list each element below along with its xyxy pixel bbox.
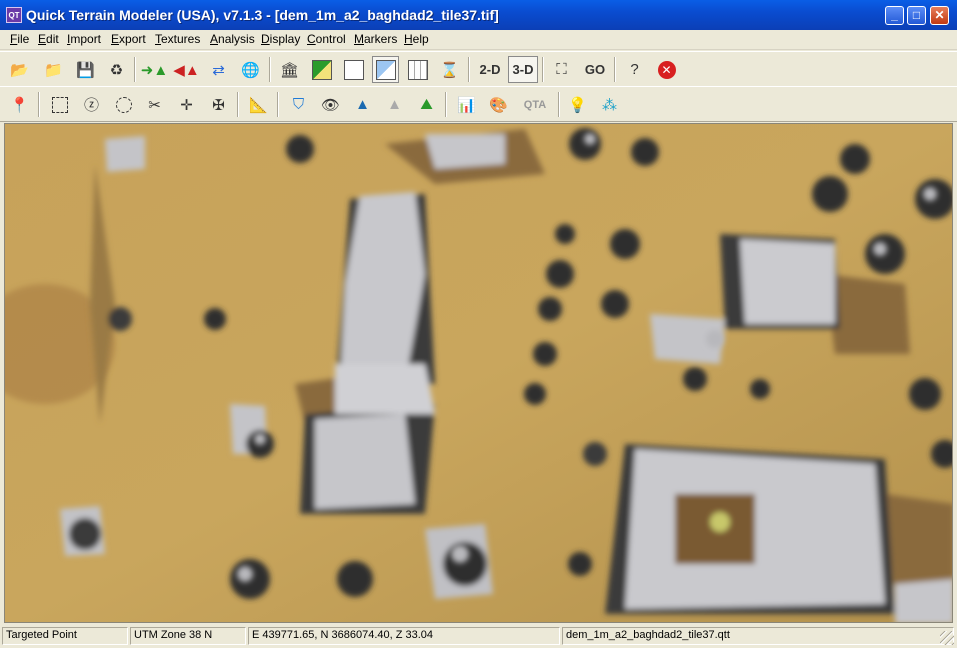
- stop-icon[interactable]: ✕: [653, 56, 680, 83]
- menu-textures[interactable]: Textures: [155, 32, 200, 46]
- transfer-icon[interactable]: ⇄: [205, 56, 232, 83]
- menu-export[interactable]: Export: [111, 32, 146, 46]
- open-new-icon[interactable]: 📁: [40, 56, 67, 83]
- status-zone: UTM Zone 38 N: [130, 627, 246, 645]
- terrain-viewport[interactable]: [4, 123, 953, 623]
- status-file: dem_1m_a2_baghdad2_tile37.qtt: [562, 627, 954, 645]
- marker-pin-icon[interactable]: 📍: [6, 91, 33, 118]
- volume-icon[interactable]: ⛉: [285, 91, 312, 118]
- slope-green-icon[interactable]: [308, 56, 335, 83]
- import-terrain-icon[interactable]: ➜▲: [141, 56, 168, 83]
- measure-icon[interactable]: 📐: [245, 91, 272, 118]
- menu-markers[interactable]: Markers: [354, 32, 397, 46]
- windmill-icon[interactable]: ✠: [205, 91, 232, 118]
- window-title: Quick Terrain Modeler (USA), v7.1.3 - [d…: [26, 7, 499, 23]
- menu-import[interactable]: Import: [67, 32, 101, 46]
- menu-edit[interactable]: Edit: [38, 32, 59, 46]
- go-button[interactable]: GO: [580, 56, 610, 83]
- maximize-button[interactable]: □: [907, 6, 926, 25]
- cut-icon[interactable]: ✂: [141, 91, 168, 118]
- crosshair-icon[interactable]: ✛: [173, 91, 200, 118]
- status-bar: Targeted Point UTM Zone 38 N E 439771.65…: [0, 625, 957, 648]
- close-button[interactable]: ✕: [930, 6, 949, 25]
- export-terrain-icon[interactable]: ◀▲: [173, 56, 200, 83]
- building-icon[interactable]: 🏛: [276, 56, 303, 83]
- terrain-icon[interactable]: ▲: [349, 91, 376, 118]
- grid-icon[interactable]: [404, 56, 431, 83]
- lightbulb-icon[interactable]: 💡: [564, 91, 591, 118]
- title-bar: QT Quick Terrain Modeler (USA), v7.1.3 -…: [0, 0, 957, 30]
- points-icon[interactable]: ⁂: [596, 91, 623, 118]
- resize-grip[interactable]: [940, 631, 954, 645]
- terrain-disabled-icon[interactable]: ▲: [381, 91, 408, 118]
- menu-display[interactable]: Display: [261, 32, 300, 46]
- color-ramp-icon[interactable]: 🎨: [485, 91, 512, 118]
- zoom-select-icon[interactable]: ⓩ: [78, 91, 105, 118]
- menu-control[interactable]: Control: [307, 32, 346, 46]
- fit-view-icon[interactable]: ⛶: [548, 56, 575, 83]
- menu-bar: File Edit Import Export Textures Analysi…: [0, 30, 957, 50]
- minimize-button[interactable]: _: [885, 6, 904, 25]
- menu-file[interactable]: File: [10, 32, 29, 46]
- app-icon[interactable]: QT: [6, 7, 22, 23]
- histogram-icon[interactable]: 📊: [453, 91, 480, 118]
- menu-analysis[interactable]: Analysis: [210, 32, 255, 46]
- status-coordinates: E 439771.65, N 3686074.40, Z 33.04: [248, 627, 560, 645]
- profile-line-icon[interactable]: [340, 56, 367, 83]
- tools-toolbar: 📍 ⓩ ✂ ✛ ✠ 📐 ⛉ 👁 ▲ ▲ ⛰ 📊 🎨 QTA 💡 ⁂: [0, 86, 957, 122]
- 2d-button[interactable]: 2-D: [475, 56, 505, 83]
- open-folder-icon[interactable]: 📂: [6, 56, 33, 83]
- hourglass-icon[interactable]: ⌛: [436, 56, 463, 83]
- line-of-sight-icon[interactable]: 👁: [317, 91, 344, 118]
- terrain-image[interactable]: [5, 124, 953, 623]
- circle-select-icon[interactable]: [110, 91, 137, 118]
- menu-help[interactable]: Help: [404, 32, 429, 46]
- rect-select-icon[interactable]: [46, 91, 73, 118]
- save-icon[interactable]: 💾: [72, 56, 99, 83]
- 3d-button[interactable]: 3-D: [508, 56, 538, 83]
- profile-cut-icon[interactable]: [372, 56, 399, 83]
- globe-icon[interactable]: 🌐: [237, 56, 264, 83]
- contour-icon[interactable]: ⛰: [413, 91, 440, 118]
- main-toolbar: 📂 📁 💾 ♻ ➜▲ ◀▲ ⇄ 🌐 🏛 ⌛ 2-D 3-D ⛶ GO ? ✕: [0, 51, 957, 87]
- help-icon[interactable]: ?: [621, 56, 648, 83]
- status-mode: Targeted Point: [2, 627, 128, 645]
- qta-button[interactable]: QTA: [516, 91, 554, 118]
- recycle-icon[interactable]: ♻: [103, 56, 130, 83]
